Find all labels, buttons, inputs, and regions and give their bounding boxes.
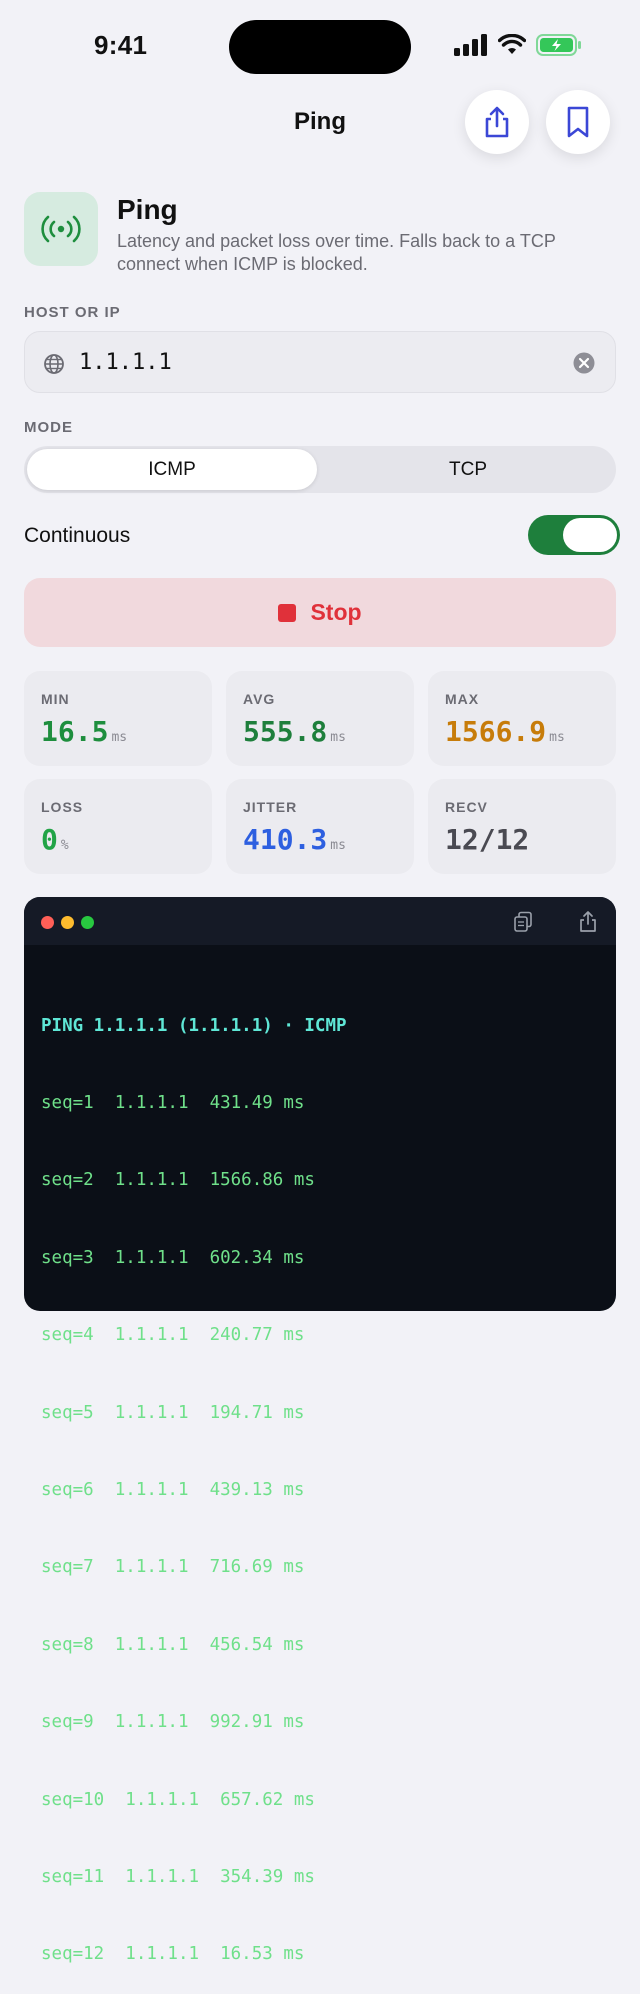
host-value: 1.1.1.1: [79, 350, 172, 375]
stat-loss-value: 0: [41, 823, 58, 856]
stat-recv-value: 12/12: [445, 823, 530, 856]
terminal-share-icon[interactable]: [578, 910, 598, 934]
stat-jitter-unit: ms: [330, 838, 346, 853]
stat-max-value: 1566.9: [445, 715, 547, 748]
clear-icon[interactable]: [573, 352, 595, 374]
stat-max-unit: ms: [549, 730, 565, 745]
stat-max-value-wrap: 1566.9 ms: [445, 715, 565, 748]
stat-avg: AVG 555.8 ms: [226, 671, 414, 766]
stat-jitter-value: 410.3: [243, 823, 328, 856]
terminal-zoom-dot: [81, 916, 94, 929]
stat-recv: RECV 12/12: [428, 779, 616, 874]
bookmark-button[interactable]: [546, 90, 610, 154]
stop-icon: [278, 603, 297, 622]
share-button[interactable]: [465, 90, 529, 154]
share-icon: [485, 106, 509, 138]
stat-avg-value-wrap: 555.8 ms: [243, 715, 346, 748]
stat-min-label: MIN: [41, 691, 70, 707]
mode-option-tcp[interactable]: TCP: [323, 459, 613, 481]
terminal-line: seq=2 1.1.1.1 1566.86 ms: [41, 1170, 315, 1191]
stat-avg-label: AVG: [243, 691, 276, 707]
page-title: Ping: [117, 194, 178, 225]
terminal-minimize-dot: [61, 916, 74, 929]
terminal-line: seq=12 1.1.1.1 16.53 ms: [41, 1944, 305, 1965]
stat-jitter-value-wrap: 410.3 ms: [243, 823, 346, 856]
battery-icon: [536, 34, 581, 56]
stat-min-value: 16.5: [41, 715, 109, 748]
terminal-line: seq=11 1.1.1.1 354.39 ms: [41, 1866, 315, 1887]
stat-loss-label: LOSS: [41, 799, 84, 815]
stat-loss: LOSS 0%: [24, 779, 212, 874]
nav-title: Ping: [294, 108, 346, 135]
stop-button[interactable]: Stop: [24, 578, 616, 647]
globe-icon: [44, 354, 64, 374]
stat-min: MIN 16.5 ms: [24, 671, 212, 766]
stat-jitter: JITTER 410.3 ms: [226, 779, 414, 874]
terminal-header-line: PING 1.1.1.1 (1.1.1.1) · ICMP: [41, 1015, 347, 1036]
copy-icon[interactable]: [513, 911, 533, 933]
dynamic-island: [229, 20, 411, 74]
stat-max: MAX 1566.9 ms: [428, 671, 616, 766]
stop-label: Stop: [310, 599, 362, 625]
signal-icon: [454, 34, 487, 56]
stat-recv-value-wrap: 12/12: [445, 823, 529, 856]
mode-option-icmp[interactable]: ICMP: [27, 459, 317, 481]
mode-label: MODE: [24, 419, 73, 436]
terminal-line: seq=7 1.1.1.1 716.69 ms: [41, 1557, 305, 1578]
stat-avg-value: 555.8: [243, 715, 328, 748]
stat-loss-value-wrap: 0%: [41, 823, 69, 856]
stat-min-value-wrap: 16.5 ms: [41, 715, 127, 748]
terminal-line: seq=1 1.1.1.1 431.49 ms: [41, 1092, 305, 1113]
terminal-line: seq=9 1.1.1.1 992.91 ms: [41, 1712, 305, 1733]
app-icon: [24, 192, 98, 266]
stat-recv-label: RECV: [445, 799, 488, 815]
terminal-line: seq=4 1.1.1.1 240.77 ms: [41, 1325, 305, 1346]
status-time: 9:41: [94, 30, 148, 60]
terminal-line: seq=3 1.1.1.1 602.34 ms: [41, 1247, 305, 1268]
terminal-output: PING 1.1.1.1 (1.1.1.1) · ICMP seq=1 1.1.…: [41, 962, 347, 1994]
stat-max-label: MAX: [445, 691, 480, 707]
stat-avg-unit: ms: [330, 730, 346, 745]
broadcast-icon: [41, 215, 81, 243]
terminal-line: seq=6 1.1.1.1 439.13 ms: [41, 1479, 305, 1500]
stat-min-unit: ms: [111, 730, 128, 745]
terminal-line: seq=5 1.1.1.1 194.71 ms: [41, 1402, 305, 1423]
continuous-label: Continuous: [24, 524, 131, 547]
terminal-line: seq=10 1.1.1.1 657.62 ms: [41, 1789, 315, 1810]
toggle-knob: [563, 518, 617, 552]
status-icons: [454, 34, 582, 56]
page-subtitle: Latency and packet loss over time. Falls…: [117, 231, 556, 274]
stat-loss-unit: %: [60, 838, 69, 853]
terminal-close-dot: [41, 916, 54, 929]
wifi-icon: [498, 34, 526, 54]
stat-jitter-label: JITTER: [243, 799, 298, 815]
host-label: HOST OR IP: [24, 304, 121, 321]
terminal-line: seq=8 1.1.1.1 456.54 ms: [41, 1634, 305, 1655]
bookmark-icon: [567, 106, 589, 138]
